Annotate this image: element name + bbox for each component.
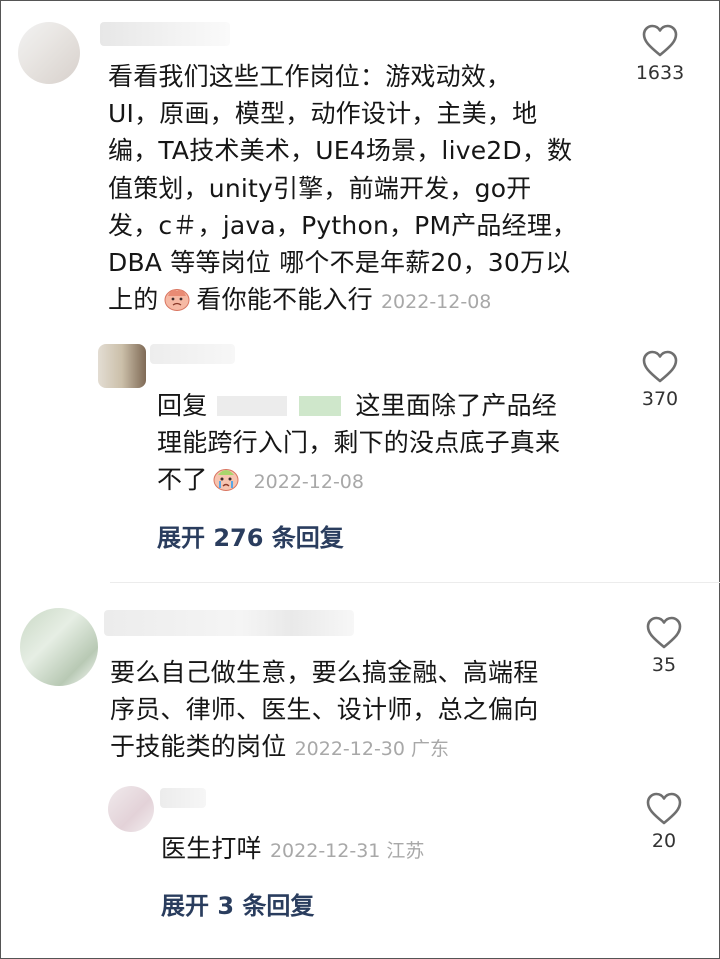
heart-outline-icon [642, 24, 678, 57]
reply-text: 回复 这里面除了产品经 理能跨行入门，剩下的没点底子真来 不了 2022-12-0… [157, 391, 561, 495]
comment-text: 看看我们这些工作岗位：游戏动效， UI，原画，模型，动作设计，主美，地 编，TA… [108, 62, 578, 315]
like-count: 370 [641, 388, 679, 410]
username-blurred[interactable] [104, 610, 354, 636]
reply-time: 2022-12-08 [253, 471, 364, 494]
like-count: 35 [651, 654, 677, 676]
like-button[interactable]: 35 [624, 616, 704, 676]
heart-outline-icon [646, 616, 682, 649]
avatar[interactable] [20, 608, 98, 686]
reply-username-blurred[interactable] [150, 344, 235, 364]
expand-replies-link[interactable]: 展开 276 条回复 [157, 518, 344, 553]
avatar[interactable] [18, 22, 80, 84]
mention-blurred[interactable] [217, 396, 288, 416]
reply-avatar[interactable] [98, 344, 146, 388]
expand-replies-link[interactable]: 展开 3 条回复 [161, 886, 314, 921]
reply-time: 2022-12-31 江苏 [269, 840, 425, 862]
heart-outline-icon [646, 792, 682, 825]
reply-text: 医生打咩 2022-12-31 江苏 [161, 834, 425, 863]
comment-divider [110, 582, 720, 583]
reply-username-blurred[interactable] [160, 788, 206, 808]
crying-face-emoji-icon [213, 469, 239, 492]
reply-like-button[interactable]: 20 [624, 792, 704, 852]
comment-time: 2022-12-08 [380, 291, 492, 314]
like-count: 1633 [635, 62, 685, 84]
reply-like-button[interactable]: 370 [620, 350, 700, 410]
comment-time: 2022-12-30 广东 [294, 738, 450, 761]
mention-blurred[interactable] [299, 396, 342, 416]
comment-text: 要么自己做生意，要么搞金融、高端程 序员、律师、医生、设计师，总之偏向 于技能类… [110, 658, 539, 762]
sad-face-emoji-icon [164, 289, 190, 312]
like-button[interactable]: 1633 [620, 24, 700, 84]
reply-avatar[interactable] [108, 786, 154, 832]
like-count: 20 [651, 830, 677, 852]
username-blurred[interactable] [100, 22, 230, 46]
heart-outline-icon [642, 350, 678, 383]
